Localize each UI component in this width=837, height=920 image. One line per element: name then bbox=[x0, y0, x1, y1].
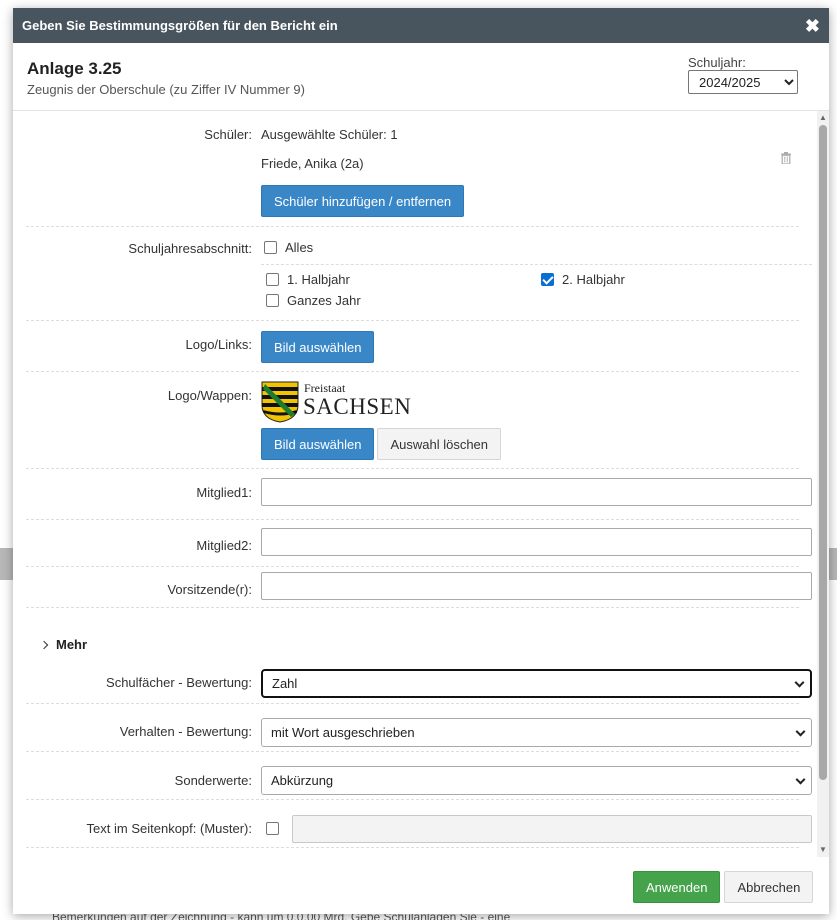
chair-input[interactable] bbox=[261, 572, 812, 600]
scroll-up-icon[interactable]: ▲ bbox=[817, 111, 829, 125]
subjects-grading-value: Zahl bbox=[272, 676, 298, 691]
logo-crest-select-button[interactable]: Bild auswählen bbox=[261, 428, 375, 460]
students-count: Ausgewählte Schüler: 1 bbox=[261, 127, 398, 142]
cancel-button[interactable]: Abbrechen bbox=[724, 871, 814, 903]
special-values-label: Sonderwerte: bbox=[174, 773, 252, 788]
period-year-label: Ganzes Jahr bbox=[287, 293, 361, 308]
member1-label: Mitglied1: bbox=[196, 485, 252, 500]
school-year-select[interactable]: 2024/2025 bbox=[688, 70, 798, 94]
more-label: Mehr bbox=[56, 637, 88, 652]
scrollbar-thumb[interactable] bbox=[819, 125, 827, 780]
behavior-grading-value: mit Wort ausgeschrieben bbox=[271, 725, 415, 740]
period-h1-checkbox[interactable] bbox=[266, 273, 279, 286]
students-row: Schüler: Ausgewählte Schüler: 1 Friede, … bbox=[26, 111, 799, 227]
report-parameters-dialog: Geben Sie Bestimmungsgrößen für den Beri… bbox=[13, 8, 829, 914]
special-values-row: Sonderwerte: Abkürzung bbox=[26, 752, 812, 800]
period-all-checkbox[interactable] bbox=[264, 241, 277, 254]
special-values-value: Abkürzung bbox=[271, 773, 334, 788]
chevron-down-icon bbox=[795, 774, 806, 785]
period-option-h1[interactable]: 1. Halbjahr bbox=[266, 272, 350, 287]
period-all-option[interactable]: Alles bbox=[264, 240, 313, 255]
chair-row: Vorsitzende(r): bbox=[26, 567, 812, 608]
students-label: Schüler: bbox=[204, 127, 252, 142]
subjects-grading-select[interactable]: Zahl bbox=[261, 669, 812, 698]
period-h2-checkbox[interactable] bbox=[541, 273, 554, 286]
chevron-right-icon bbox=[39, 640, 49, 649]
apply-button[interactable]: Anwenden bbox=[633, 871, 721, 903]
behavior-grading-label: Verhalten - Bewertung: bbox=[119, 724, 252, 739]
period-year-checkbox[interactable] bbox=[266, 294, 279, 307]
period-all-label: Alles bbox=[285, 240, 314, 255]
dialog-body: Schüler: Ausgewählte Schüler: 1 Friede, … bbox=[13, 111, 817, 857]
member2-input[interactable] bbox=[261, 528, 812, 556]
chevron-down-icon bbox=[794, 677, 805, 688]
logo-left-select-button[interactable]: Bild auswählen bbox=[261, 331, 375, 363]
add-remove-students-button[interactable]: Schüler hinzufügen / entfernen bbox=[261, 185, 465, 217]
header-text-row: Text im Seitenkopf: (Muster): bbox=[26, 800, 812, 848]
header-text-input[interactable] bbox=[292, 815, 812, 843]
member1-row: Mitglied1: bbox=[26, 469, 812, 520]
dialog-scrollbar[interactable]: ▲ ▼ bbox=[817, 111, 829, 857]
period-option-year[interactable]: Ganzes Jahr bbox=[266, 293, 361, 308]
school-year-group: Schuljahr: 2024/2025 bbox=[688, 55, 798, 94]
subjects-grading-label: Schulfächer - Bewertung: bbox=[106, 675, 252, 690]
scroll-down-icon[interactable]: ▼ bbox=[817, 843, 829, 857]
chair-label: Vorsitzende(r): bbox=[167, 582, 252, 597]
student-item: Friede, Anika (2a) bbox=[261, 156, 364, 171]
special-values-select[interactable]: Abkürzung bbox=[261, 766, 812, 795]
logo-text-line2: SACHSEN bbox=[303, 394, 412, 419]
logo-crest-clear-button[interactable]: Auswahl löschen bbox=[377, 428, 502, 460]
trash-icon[interactable] bbox=[781, 152, 791, 164]
saxony-logo: Freistaat SACHSEN bbox=[261, 381, 411, 425]
period-label: Schuljahresabschnitt: bbox=[128, 241, 252, 256]
member2-row: Mitglied2: bbox=[26, 520, 812, 567]
logo-crest-row: Logo/Wappen: Freistaat SACHSEN Bild ausw… bbox=[26, 372, 799, 469]
member2-label: Mitglied2: bbox=[196, 538, 252, 553]
dialog-titlebar: Geben Sie Bestimmungsgrößen für den Beri… bbox=[13, 8, 829, 43]
period-option-h2[interactable]: 2. Halbjahr bbox=[541, 272, 625, 287]
saxony-crest-icon bbox=[261, 381, 299, 423]
header-text-label: Text im Seitenkopf: (Muster): bbox=[86, 821, 252, 836]
report-header: Anlage 3.25 Zeugnis der Oberschule (zu Z… bbox=[13, 43, 829, 111]
member1-input[interactable] bbox=[261, 478, 812, 506]
subjects-grading-row: Schulfächer - Bewertung: Zahl bbox=[26, 657, 812, 704]
school-year-label: Schuljahr: bbox=[688, 55, 746, 70]
header-text-checkbox[interactable] bbox=[266, 822, 279, 835]
dialog-title: Geben Sie Bestimmungsgrößen für den Beri… bbox=[22, 18, 338, 33]
logo-crest-label: Logo/Wappen: bbox=[167, 388, 252, 403]
logo-left-label: Logo/Links: bbox=[185, 337, 253, 352]
close-icon[interactable]: ✖ bbox=[805, 17, 820, 35]
dialog-footer: Anwenden Abbrechen bbox=[633, 871, 814, 903]
behavior-grading-row: Verhalten - Bewertung: mit Wort ausgesch… bbox=[26, 704, 812, 752]
period-row: Schuljahresabschnitt: Alles 1. Halbjahr … bbox=[26, 227, 812, 321]
more-toggle[interactable]: Mehr bbox=[39, 637, 88, 652]
behavior-grading-select[interactable]: mit Wort ausgeschrieben bbox=[261, 718, 812, 747]
period-divider bbox=[261, 264, 812, 265]
period-h1-label: 1. Halbjahr bbox=[287, 272, 350, 287]
period-h2-label: 2. Halbjahr bbox=[562, 272, 625, 287]
chevron-down-icon bbox=[795, 726, 806, 737]
logo-left-row: Logo/Links: Bild auswählen bbox=[26, 321, 799, 372]
